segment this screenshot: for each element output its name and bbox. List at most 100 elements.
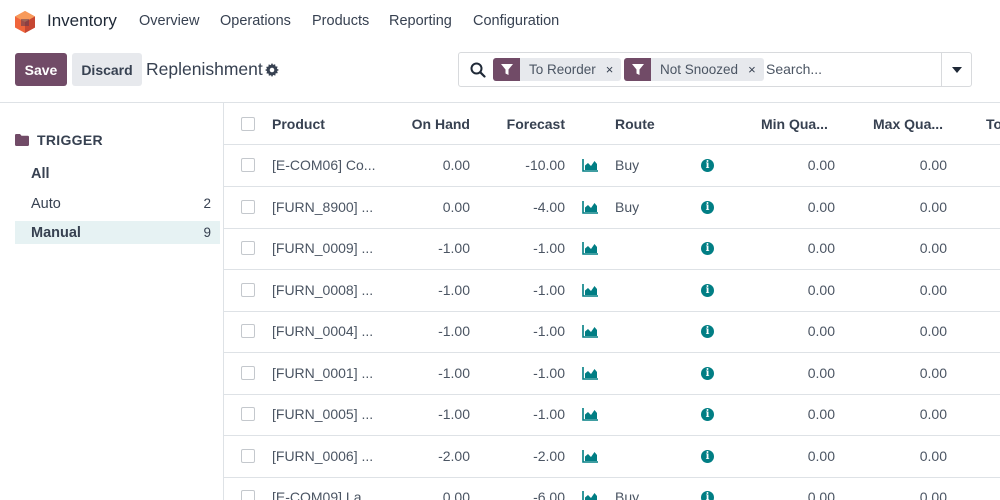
table-row[interactable]: [FURN_0001] ... -1.00 -1.00 i 0.00 0.00 (224, 353, 1000, 395)
forecast-cell: -1.00 (533, 282, 565, 298)
min-quantity-cell[interactable]: 0.00 (755, 199, 835, 215)
filter-icon (493, 58, 520, 81)
row-checkbox[interactable] (241, 283, 255, 297)
column-header-min-quantity[interactable]: Min Qua... (761, 116, 828, 132)
table-row[interactable]: [FURN_0008] ... -1.00 -1.00 i 0.00 0.00 (224, 270, 1000, 312)
column-header-route[interactable]: Route (615, 116, 655, 132)
facet-remove-button[interactable]: × (744, 58, 764, 81)
on-hand-cell: 0.00 (442, 489, 470, 500)
product-cell[interactable]: [E-COM06] Co... (272, 157, 375, 173)
min-quantity-cell[interactable]: 0.00 (755, 323, 835, 339)
route-cell[interactable]: Buy (615, 199, 639, 215)
trigger-item-all[interactable]: All (15, 162, 220, 185)
on-hand-cell: -1.00 (438, 365, 470, 381)
max-quantity-cell[interactable]: 0.00 (867, 323, 947, 339)
area-chart-icon[interactable] (582, 284, 598, 297)
max-quantity-cell[interactable]: 0.00 (867, 489, 947, 500)
table-row[interactable]: [E-COM06] Co... 0.00 -10.00 Buy i 0.00 0.00 (224, 145, 1000, 187)
search-icon[interactable] (470, 62, 486, 78)
product-cell[interactable]: [FURN_8900] ... (272, 199, 373, 215)
info-icon[interactable]: i (701, 159, 714, 172)
area-chart-icon[interactable] (582, 159, 598, 172)
search-options-toggle[interactable] (941, 53, 971, 86)
folder-icon (15, 134, 29, 146)
area-chart-icon[interactable] (582, 408, 598, 421)
min-quantity-cell[interactable]: 0.00 (755, 282, 835, 298)
table-row[interactable]: [FURN_0009] ... -1.00 -1.00 i 0.00 0.00 (224, 228, 1000, 270)
row-checkbox[interactable] (241, 490, 255, 500)
facet-label: Not Snoozed (660, 62, 739, 77)
nav-overview[interactable]: Overview (139, 13, 199, 29)
info-icon[interactable]: i (701, 201, 714, 214)
nav-reporting[interactable]: Reporting (389, 13, 452, 29)
save-button[interactable]: Save (15, 53, 67, 86)
min-quantity-cell[interactable]: 0.00 (755, 157, 835, 173)
nav-products[interactable]: Products (312, 13, 369, 29)
product-cell[interactable]: [FURN_0006] ... (272, 448, 373, 464)
max-quantity-cell[interactable]: 0.00 (867, 282, 947, 298)
min-quantity-cell[interactable]: 0.00 (755, 406, 835, 422)
table-row[interactable]: [FURN_0005] ... -1.00 -1.00 i 0.00 0.00 (224, 394, 1000, 436)
product-cell[interactable]: [FURN_0009] ... (272, 240, 373, 256)
gear-icon[interactable] (265, 63, 279, 77)
filter-icon (624, 58, 651, 81)
area-chart-icon[interactable] (582, 367, 598, 380)
row-checkbox[interactable] (241, 324, 255, 338)
trigger-item-manual[interactable]: Manual 9 (15, 221, 220, 244)
info-icon[interactable]: i (701, 242, 714, 255)
column-header-forecast[interactable]: Forecast (485, 116, 565, 132)
area-chart-icon[interactable] (582, 325, 598, 338)
min-quantity-cell[interactable]: 0.00 (755, 365, 835, 381)
row-checkbox[interactable] (241, 366, 255, 380)
max-quantity-cell[interactable]: 0.00 (867, 240, 947, 256)
inventory-app-icon[interactable] (14, 10, 36, 34)
route-cell[interactable]: Buy (615, 489, 639, 500)
min-quantity-cell[interactable]: 0.00 (755, 489, 835, 500)
info-icon[interactable]: i (701, 325, 714, 338)
product-cell[interactable]: [FURN_0005] ... (272, 406, 373, 422)
min-quantity-cell[interactable]: 0.00 (755, 448, 835, 464)
max-quantity-cell[interactable]: 0.00 (867, 157, 947, 173)
row-checkbox[interactable] (241, 200, 255, 214)
column-header-max-quantity[interactable]: Max Qua... (873, 116, 943, 132)
product-cell[interactable]: [E-COM09] La... (272, 489, 373, 500)
max-quantity-cell[interactable]: 0.00 (867, 448, 947, 464)
table-row[interactable]: [FURN_0004] ... -1.00 -1.00 i 0.00 0.00 (224, 311, 1000, 353)
column-header-product[interactable]: Product (272, 116, 325, 132)
info-icon[interactable]: i (701, 408, 714, 421)
search-panel: TRIGGER All Auto 2 Manual 9 (0, 103, 224, 500)
row-checkbox[interactable] (241, 449, 255, 463)
trigger-item-auto[interactable]: Auto 2 (15, 192, 220, 215)
search-input[interactable] (766, 61, 936, 77)
table-row[interactable]: [FURN_0006] ... -2.00 -2.00 i 0.00 0.00 (224, 436, 1000, 478)
row-checkbox[interactable] (241, 241, 255, 255)
nav-operations[interactable]: Operations (220, 13, 291, 29)
select-all-checkbox[interactable] (241, 117, 255, 131)
table-row[interactable]: [E-COM09] La... 0.00 -6.00 Buy i 0.00 0.00 (224, 477, 1000, 500)
column-header-to-order[interactable]: To (986, 116, 1000, 132)
info-icon[interactable]: i (701, 491, 714, 500)
route-cell[interactable]: Buy (615, 157, 639, 173)
row-checkbox[interactable] (241, 407, 255, 421)
max-quantity-cell[interactable]: 0.00 (867, 199, 947, 215)
info-icon[interactable]: i (701, 284, 714, 297)
max-quantity-cell[interactable]: 0.00 (867, 365, 947, 381)
product-cell[interactable]: [FURN_0004] ... (272, 323, 373, 339)
row-checkbox[interactable] (241, 158, 255, 172)
nav-configuration[interactable]: Configuration (473, 13, 559, 29)
column-header-on-hand[interactable]: On Hand (390, 116, 470, 132)
discard-button[interactable]: Discard (72, 53, 142, 86)
info-icon[interactable]: i (701, 450, 714, 463)
area-chart-icon[interactable] (582, 491, 598, 500)
area-chart-icon[interactable] (582, 242, 598, 255)
table-row[interactable]: [FURN_8900] ... 0.00 -4.00 Buy i 0.00 0.00 (224, 187, 1000, 229)
app-name[interactable]: Inventory (47, 11, 117, 31)
info-icon[interactable]: i (701, 367, 714, 380)
max-quantity-cell[interactable]: 0.00 (867, 406, 947, 422)
facet-remove-button[interactable]: × (602, 58, 622, 81)
product-cell[interactable]: [FURN_0008] ... (272, 282, 373, 298)
product-cell[interactable]: [FURN_0001] ... (272, 365, 373, 381)
min-quantity-cell[interactable]: 0.00 (755, 240, 835, 256)
area-chart-icon[interactable] (582, 201, 598, 214)
area-chart-icon[interactable] (582, 450, 598, 463)
